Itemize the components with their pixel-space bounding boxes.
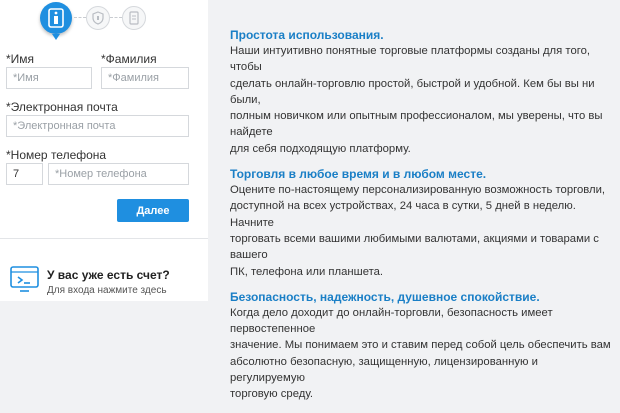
login-link[interactable]: У вас уже есть счет? Для входа нажмите з… bbox=[10, 265, 200, 299]
email-label: *Электронная почта bbox=[6, 100, 118, 114]
feature-title: Безопасность, надежность, душевное споко… bbox=[230, 289, 540, 304]
phone-number-input[interactable] bbox=[48, 163, 189, 185]
progress-steps bbox=[40, 0, 160, 40]
step-connector bbox=[74, 17, 86, 18]
step-connector bbox=[110, 17, 122, 18]
document-icon bbox=[129, 11, 139, 25]
feature-text: Оцените по-настоящему персонализированну… bbox=[230, 184, 606, 278]
phone-country-code-input[interactable] bbox=[6, 163, 43, 185]
first-name-label: *Имя bbox=[6, 52, 35, 66]
feature-title: Торговля в любое время и в любом месте. bbox=[230, 167, 487, 182]
feature-ease-of-use: Простота использования. Наши интуитивно … bbox=[230, 28, 615, 157]
last-name-input[interactable] bbox=[101, 67, 189, 89]
step-documents bbox=[122, 6, 146, 30]
phone-label: *Номер телефона bbox=[6, 148, 107, 162]
shield-icon bbox=[92, 11, 104, 25]
last-name-label: *Фамилия bbox=[101, 52, 157, 66]
feature-text: Когда дело доходит до онлайн-торговли, б… bbox=[230, 306, 611, 401]
feature-security: Безопасность, надежность, душевное споко… bbox=[230, 290, 615, 403]
feature-anytime-anywhere: Торговля в любое время и в любом месте. … bbox=[230, 167, 615, 280]
computer-login-icon bbox=[10, 266, 39, 292]
step-verification bbox=[86, 6, 110, 30]
registration-panel: *Имя *Фамилия *Электронная почта *Номер … bbox=[0, 0, 208, 301]
email-input[interactable] bbox=[6, 115, 189, 137]
id-card-icon bbox=[48, 8, 64, 28]
step-personal-info bbox=[40, 2, 72, 40]
first-name-input[interactable] bbox=[6, 67, 92, 89]
features-column: Простота использования. Наши интуитивно … bbox=[230, 28, 615, 413]
login-title: У вас уже есть счет? bbox=[47, 268, 170, 282]
next-button[interactable]: Далее bbox=[117, 199, 189, 222]
login-subtitle: Для входа нажмите здесь bbox=[47, 285, 167, 296]
feature-text: Наши интуитивно понятные торговые платфо… bbox=[230, 45, 603, 155]
divider bbox=[0, 238, 208, 239]
feature-title: Простота использования. bbox=[230, 28, 384, 42]
